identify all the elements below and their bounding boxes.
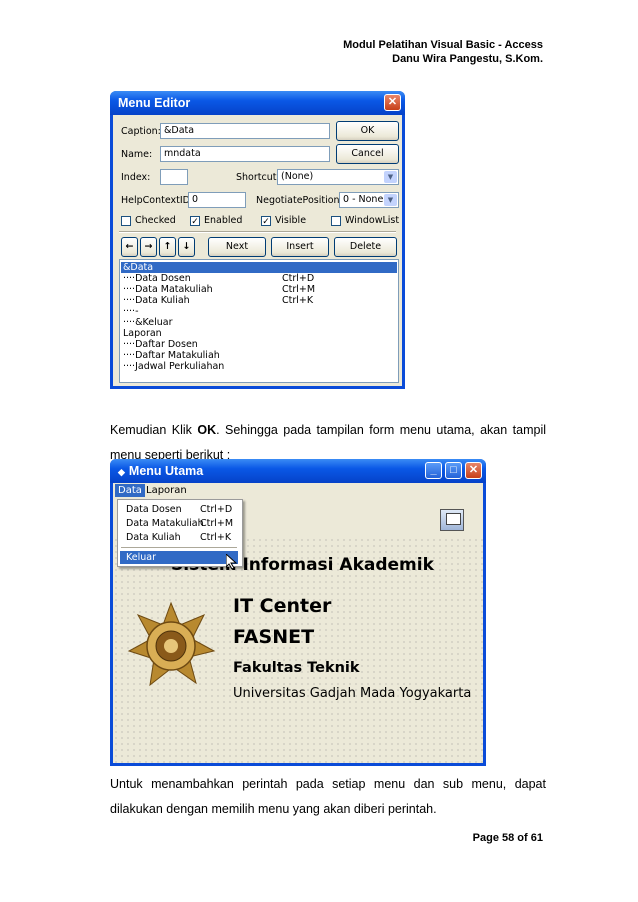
- delete-button[interactable]: Delete: [334, 237, 397, 257]
- list-item[interactable]: ····Daftar Dosen: [123, 339, 198, 350]
- list-item-shortcut: Ctrl+M: [282, 284, 316, 295]
- cursor-icon: [226, 554, 237, 570]
- menu-item-list[interactable]: &Data ····Data Dosen Ctrl+D ····Data Mat…: [119, 259, 399, 383]
- checked-checkbox[interactable]: [121, 216, 131, 226]
- negotiate-value: 0 - None: [343, 194, 384, 205]
- menu-utama-titlebar: ◆ Menu Utama _ □ ✕: [110, 459, 486, 483]
- separator: [119, 231, 396, 233]
- negotiate-label: NegotiatePosition:: [256, 195, 343, 206]
- shortcut-label: Shortcut:: [236, 172, 280, 183]
- selected-row-highlight: [121, 262, 397, 273]
- line-fakultas: Fakultas Teknik: [233, 660, 360, 676]
- dropdown-item[interactable]: Data Dosen: [126, 504, 182, 515]
- helpcontext-input[interactable]: 0: [188, 192, 246, 208]
- visible-label: Visible: [275, 215, 307, 226]
- dropdown-shortcut: Ctrl+D: [200, 504, 233, 515]
- list-item[interactable]: ····Jadwal Perkuliahan: [123, 361, 224, 372]
- list-item[interactable]: &Data: [123, 262, 153, 273]
- header-title: Modul Pelatihan Visual Basic - Access: [343, 39, 543, 51]
- menu-utama-body: Data Laporan Sistem Informasi Akademik I…: [113, 483, 483, 763]
- para1-bold: OK: [197, 423, 217, 437]
- list-item[interactable]: ····Data Matakuliah: [123, 284, 213, 295]
- close-icon[interactable]: ✕: [384, 94, 401, 111]
- paragraph-2: Untuk menambahkan perintah pada setiap m…: [110, 777, 546, 816]
- menu-utama-title: Menu Utama: [128, 464, 204, 478]
- list-item-shortcut: Ctrl+K: [282, 295, 314, 306]
- name-label: Name:: [121, 149, 153, 160]
- close-icon[interactable]: ✕: [465, 462, 482, 479]
- windowlist-label: WindowList: [345, 215, 400, 226]
- caption-input[interactable]: &Data: [160, 123, 330, 139]
- line-universitas: Universitas Gadjah Mada Yogyakarta: [233, 686, 472, 701]
- ok-button[interactable]: OK: [336, 121, 399, 141]
- dropdown-item[interactable]: Data Kuliah: [126, 532, 181, 543]
- windowlist-checkbox[interactable]: [331, 216, 341, 226]
- enabled-label: Enabled: [204, 215, 243, 226]
- name-input[interactable]: mndata: [160, 146, 330, 162]
- list-item[interactable]: ····&Keluar: [123, 317, 172, 328]
- header-author: Danu Wira Pangestu, S.Kom.: [392, 53, 543, 65]
- index-input[interactable]: [160, 169, 188, 185]
- enabled-checkbox[interactable]: ✓: [190, 216, 200, 226]
- arrow-left-icon[interactable]: ←: [121, 237, 138, 257]
- chevron-down-icon[interactable]: ▼: [384, 194, 397, 206]
- arrow-down-icon[interactable]: ↓: [178, 237, 195, 257]
- app-icon: ◆: [118, 467, 125, 477]
- helpcontext-label: HelpContextID:: [121, 195, 194, 206]
- menu-laporan[interactable]: Laporan: [146, 485, 187, 496]
- menu-editor-body: Caption: &Data OK Name: mndata Cancel In…: [113, 115, 402, 386]
- list-item[interactable]: ····-: [123, 306, 139, 317]
- negotiate-select[interactable]: 0 - None ▼: [339, 192, 399, 208]
- arrow-right-icon[interactable]: →: [140, 237, 157, 257]
- line-fasnet: FASNET: [233, 626, 315, 648]
- chevron-down-icon[interactable]: ▼: [384, 171, 397, 183]
- arrow-up-icon[interactable]: ↑: [159, 237, 176, 257]
- menu-data[interactable]: Data: [115, 484, 145, 497]
- dropdown-shortcut: Ctrl+M: [200, 518, 234, 529]
- insert-button[interactable]: Insert: [271, 237, 329, 257]
- menu-editor-window: Menu Editor ✕ Caption: &Data OK Name: mn…: [110, 91, 405, 389]
- header: Modul Pelatihan Visual Basic - Access Da…: [343, 38, 543, 66]
- index-label: Index:: [121, 172, 151, 183]
- menu-utama-window: ◆ Menu Utama _ □ ✕ Data Laporan Sistem In…: [110, 459, 486, 766]
- list-item[interactable]: Laporan: [123, 328, 162, 339]
- menubar: Data Laporan: [113, 483, 483, 499]
- shortcut-select[interactable]: (None) ▼: [277, 169, 399, 185]
- dropdown-shortcut: Ctrl+K: [200, 532, 232, 543]
- caption-label: Caption:: [121, 126, 161, 137]
- list-item-shortcut: Ctrl+D: [282, 273, 315, 284]
- dropdown-item-keluar[interactable]: Keluar: [120, 551, 238, 564]
- ugm-logo-icon: [126, 601, 216, 691]
- maximize-icon[interactable]: □: [445, 462, 462, 479]
- menu-editor-title: Menu Editor: [118, 96, 191, 110]
- dropdown-item[interactable]: Data Matakuliah: [126, 518, 204, 529]
- next-button[interactable]: Next: [208, 237, 266, 257]
- shortcut-value: (None): [281, 171, 314, 182]
- data-dropdown-menu: Data Dosen Ctrl+D Data Matakuliah Ctrl+M…: [117, 499, 243, 567]
- page-number: Page 58 of 61: [472, 832, 543, 844]
- windows-icon[interactable]: [440, 509, 464, 531]
- list-item[interactable]: ····Data Dosen: [123, 273, 191, 284]
- dropdown-separator: [121, 547, 237, 548]
- list-item[interactable]: ····Data Kuliah: [123, 295, 190, 306]
- list-item[interactable]: ····Daftar Matakuliah: [123, 350, 220, 361]
- cancel-button[interactable]: Cancel: [336, 144, 399, 164]
- line-it-center: IT Center: [233, 595, 332, 617]
- checked-label: Checked: [135, 215, 176, 226]
- menu-editor-titlebar: Menu Editor ✕: [110, 91, 405, 115]
- windows-icon-front: [446, 513, 461, 525]
- visible-checkbox[interactable]: ✓: [261, 216, 271, 226]
- para1-text: Kemudian Klik: [110, 423, 198, 437]
- minimize-icon[interactable]: _: [425, 462, 442, 479]
